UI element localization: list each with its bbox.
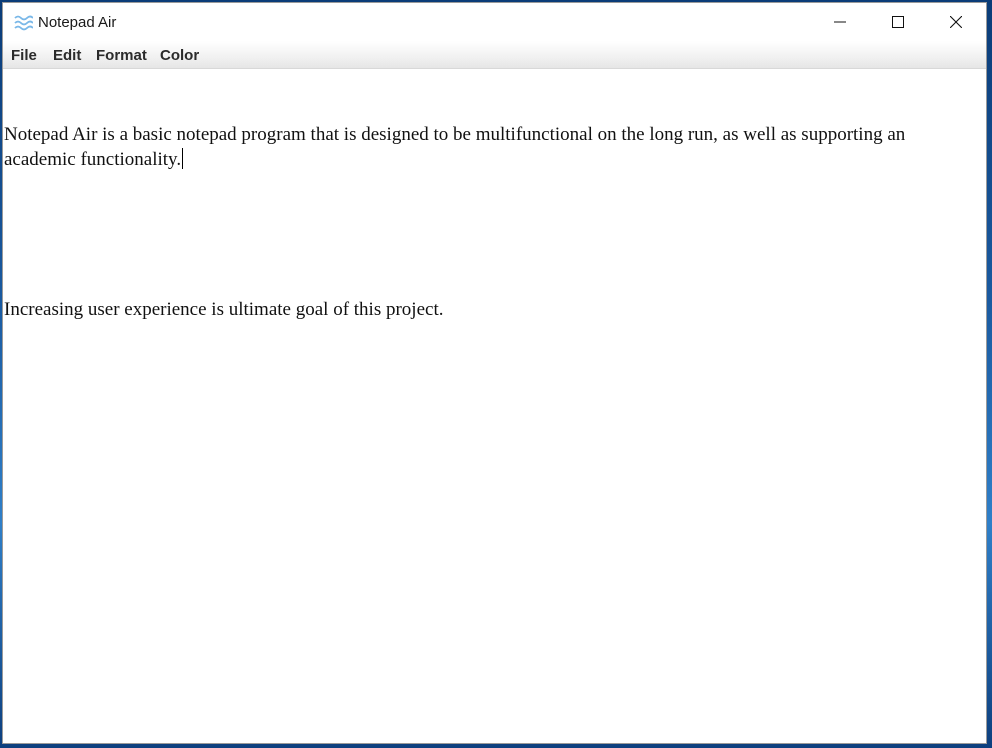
text-editor[interactable]: Notepad Air is a basic notepad program t… [3,69,986,743]
menu-edit[interactable]: Edit [53,47,81,64]
minimize-icon [834,16,846,28]
notepad-window: Notepad Air File Edit Format Color Notep… [2,2,987,744]
title-bar[interactable]: Notepad Air [3,3,986,41]
window-title: Notepad Air [38,14,117,31]
paragraph: Notepad Air is a basic notepad program t… [4,122,964,172]
paragraph-text: Notepad Air is a basic notepad program t… [4,124,911,170]
minimize-button[interactable] [811,3,869,41]
maximize-icon [892,16,904,28]
menu-bar: File Edit Format Color [3,41,986,69]
text-caret [182,148,184,169]
menu-file[interactable]: File [11,47,37,64]
editor-content[interactable]: Notepad Air is a basic notepad program t… [4,72,964,372]
menu-color[interactable]: Color [160,47,199,64]
maximize-button[interactable] [869,3,927,41]
close-icon [950,16,962,28]
menu-format[interactable]: Format [96,47,147,64]
waves-icon [13,13,34,33]
close-button[interactable] [927,3,985,41]
paragraph: Increasing user experience is ultimate g… [4,297,964,322]
paragraph-text: Increasing user experience is ultimate g… [4,299,444,320]
